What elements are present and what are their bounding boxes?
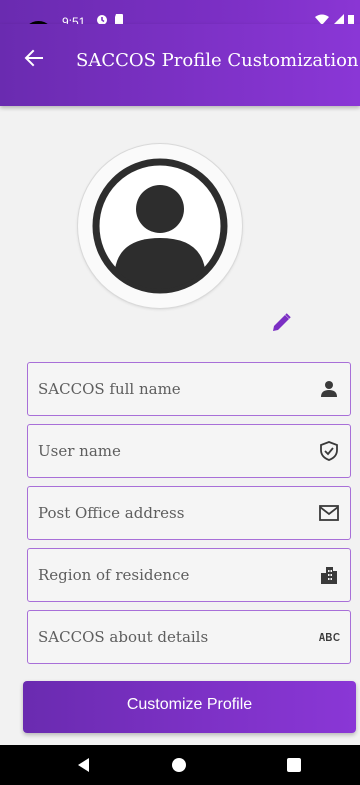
apartment-icon	[321, 567, 337, 584]
saccos-full-name-field[interactable]: SACCOS full name	[27, 362, 351, 416]
field-label: Region of residence	[38, 566, 190, 584]
abc-icon	[319, 633, 340, 641]
nav-home-icon[interactable]	[172, 758, 186, 772]
avatar[interactable]	[78, 144, 242, 308]
pencil-icon[interactable]	[270, 312, 292, 334]
status-bar: 9:51	[0, 0, 360, 29]
post-office-address-field[interactable]: Post Office address	[27, 486, 351, 540]
field-label: Post Office address	[38, 504, 185, 522]
mail-icon	[319, 505, 339, 521]
system-nav-bar	[0, 745, 360, 785]
field-label: SACCOS full name	[38, 380, 181, 398]
person-icon	[321, 381, 337, 397]
saccos-about-details-field[interactable]: SACCOS about details	[27, 610, 351, 664]
page-title: SACCOS Profile Customization	[76, 50, 359, 71]
field-label: SACCOS about details	[38, 628, 209, 646]
nav-back-icon[interactable]	[78, 758, 90, 772]
region-of-residence-field[interactable]: Region of residence	[27, 548, 351, 602]
customize-profile-label: Customize Profile	[126, 696, 253, 713]
arrow-left-icon[interactable]	[24, 48, 44, 68]
field-label: User name	[38, 442, 121, 460]
nav-recents-icon[interactable]	[287, 758, 301, 772]
verified-user-icon	[320, 441, 338, 461]
account-circle-icon	[92, 158, 228, 294]
user-name-field[interactable]: User name	[27, 424, 351, 478]
customize-profile-button[interactable]: Customize Profile	[23, 681, 356, 733]
